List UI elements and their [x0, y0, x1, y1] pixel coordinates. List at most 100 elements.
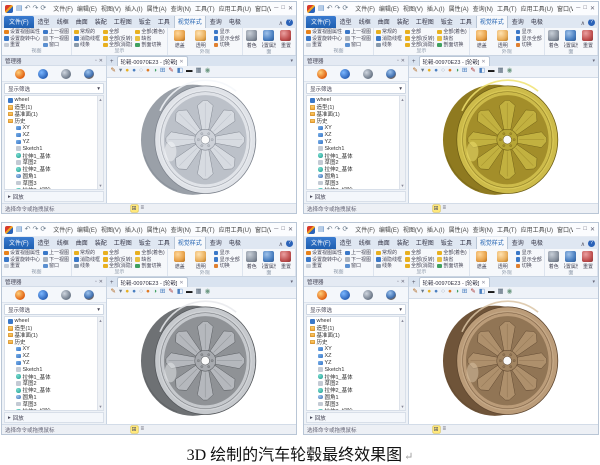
view-toolbar-icon[interactable]: ● [448, 68, 453, 76]
manager-tab-icon[interactable] [14, 289, 25, 300]
ribbon-tab[interactable]: 装配 [92, 16, 110, 28]
ribbon-command[interactable]: 设置视图属性 [306, 29, 342, 35]
ribbon-command[interactable]: 下一视图 [43, 257, 69, 263]
tab-overflow-icon[interactable]: ▾ [591, 279, 596, 287]
document-tab[interactable]: 轮毂-00970E23 - [轮毂] ✕ [418, 277, 490, 287]
status-icon[interactable]: ≡ [140, 426, 146, 433]
playback-section[interactable]: ▸ 回放 [4, 191, 104, 202]
ribbon-large-command[interactable]: 着色 [245, 29, 259, 49]
ribbon-tab[interactable]: 视觉样式 [173, 16, 206, 28]
ribbon-tab[interactable]: 工具 [457, 16, 475, 28]
ribbon-tab[interactable]: 工具 [457, 237, 475, 249]
view-toolbar-icon[interactable]: ● [434, 289, 439, 297]
ribbon-command[interactable]: 重置 [306, 42, 342, 48]
scroll-up-icon[interactable]: ▲ [99, 318, 103, 323]
menu-item[interactable]: 属性(A) [147, 4, 167, 13]
view-toolbar-icon[interactable]: ✎ [412, 68, 418, 76]
ribbon-tab[interactable]: 钣金 [438, 16, 456, 28]
view-toolbar-icon[interactable]: ● [132, 68, 137, 76]
quick-icon[interactable]: ↷ [33, 5, 39, 12]
quick-icon[interactable]: ↷ [335, 226, 341, 233]
view-toolbar-icon[interactable]: ⊞ [461, 68, 467, 76]
view-toolbar-icon[interactable]: ◑ [152, 68, 157, 76]
ribbon-command[interactable]: 窗口 [345, 263, 371, 269]
ribbon-command[interactable]: 重置 [306, 263, 342, 269]
view-toolbar-icon[interactable]: ▦ [497, 68, 504, 76]
ribbon-tab[interactable]: 线框 [54, 16, 72, 28]
ribbon-large-command[interactable]: 设置属性 [262, 250, 276, 270]
view-toolbar-icon[interactable]: ◉ [204, 289, 211, 297]
status-icon[interactable]: ⊞ [130, 205, 138, 212]
menu-item[interactable]: 插入(I) [427, 4, 445, 13]
ribbon-command[interactable]: 重置 [4, 42, 40, 48]
quick-icon[interactable]: ⟳ [342, 5, 348, 12]
view-toolbar-icon[interactable]: ▾ [420, 289, 424, 297]
tree-item[interactable]: 草图3 [307, 401, 399, 408]
ribbon-tab[interactable]: 视觉样式 [475, 16, 508, 28]
ribbon-command[interactable]: 全部(消隐) [103, 263, 132, 269]
menu-item[interactable]: 窗口(W) [255, 4, 271, 13]
ribbon-command[interactable]: 全部(着色) [135, 250, 165, 256]
view-toolbar-icon[interactable]: ▾ [118, 289, 122, 297]
scroll-down-icon[interactable]: ▼ [401, 183, 405, 188]
ribbon-collapse-icon[interactable]: ∧ [581, 20, 585, 28]
view-toolbar-icon[interactable]: ▦ [195, 68, 202, 76]
ribbon-tab[interactable]: 曲面 [73, 16, 91, 28]
menu-item[interactable]: 插入(I) [125, 225, 143, 234]
minimize-icon[interactable]: ─ [576, 226, 580, 233]
ribbon-command[interactable]: 显示全部 [213, 257, 240, 263]
manager-tab-icon[interactable] [339, 289, 350, 300]
ribbon-command[interactable]: 线条 [376, 263, 402, 269]
ribbon-large-command[interactable]: 透明 [191, 29, 211, 49]
manager-tab-icon[interactable] [339, 68, 350, 79]
view-toolbar-icon[interactable]: ● [146, 68, 151, 76]
ribbon-tab[interactable]: 线框 [54, 237, 72, 249]
manager-tab-icon[interactable] [362, 68, 373, 79]
ribbon-command[interactable]: 剖面切换 [135, 42, 164, 48]
maximize-icon[interactable]: □ [583, 5, 587, 12]
ribbon-command[interactable]: 设置旋转中心 [306, 36, 342, 42]
menu-item[interactable]: 工具(T) [497, 225, 517, 234]
tree-item[interactable]: XZ [307, 131, 399, 138]
maximize-icon[interactable]: □ [583, 226, 587, 233]
quick-icon[interactable]: ↶ [327, 5, 333, 12]
menu-item[interactable]: 视图(V) [101, 4, 121, 13]
ribbon-command[interactable]: 切换 [213, 42, 240, 48]
ribbon-large-command[interactable]: 着色 [245, 250, 259, 270]
ribbon-large-command[interactable]: 着色 [547, 250, 561, 270]
close-tab-icon[interactable]: ✕ [481, 59, 485, 65]
menu-item[interactable]: 查询(N) [473, 4, 493, 13]
menu-item[interactable]: 属性(A) [147, 225, 167, 234]
ribbon-command[interactable]: 缺省 [135, 257, 164, 263]
display-filter-dropdown[interactable]: 显示筛选 ▾ [306, 83, 406, 94]
tree-item[interactable]: 草图3 [307, 180, 399, 187]
view-toolbar-icon[interactable]: ▬ [185, 68, 193, 76]
ribbon-tab[interactable]: 电极 [528, 16, 546, 28]
ribbon-tab[interactable]: 线框 [356, 16, 374, 28]
menu-item[interactable]: 编辑(E) [379, 4, 399, 13]
view-toolbar-icon[interactable]: ▾ [420, 68, 424, 76]
ribbon-collapse-icon[interactable]: ∧ [279, 20, 283, 28]
menu-item[interactable]: 工具(T) [195, 4, 215, 13]
tree-item[interactable]: 拉伸1_基体 [307, 152, 399, 160]
view-toolbar-icon[interactable]: ◧ [478, 68, 485, 76]
display-filter-dropdown[interactable]: 显示筛选 ▾ [4, 304, 104, 315]
quick-icon[interactable]: ▤ [16, 226, 23, 233]
tree-item[interactable]: 拉伸2_基体 [5, 166, 97, 173]
tab-overflow-icon[interactable]: ▾ [591, 58, 596, 66]
ribbon-tab[interactable]: 电极 [226, 237, 244, 249]
tree-item[interactable]: 拉伸2_基体 [307, 166, 399, 173]
quick-icon[interactable]: ▤ [318, 5, 325, 12]
ribbon-tab[interactable]: 工具 [155, 237, 173, 249]
tree-item[interactable]: YZ [307, 359, 399, 366]
view-toolbar-icon[interactable]: ◑ [454, 289, 459, 297]
ribbon-command[interactable]: 设置视图属性 [4, 250, 40, 256]
file-tab[interactable]: 文件(F) [306, 237, 336, 249]
close-panel-icon[interactable]: ✕ [99, 58, 103, 64]
ribbon-collapse-icon[interactable]: ∧ [581, 241, 585, 249]
menu-item[interactable]: 窗口(W) [557, 225, 573, 234]
ribbon-tab[interactable]: 工程图 [111, 16, 135, 28]
pin-icon[interactable]: ▫ [397, 58, 399, 64]
manager-tab-icon[interactable] [83, 289, 94, 300]
ribbon-command[interactable]: 切换 [515, 42, 542, 48]
